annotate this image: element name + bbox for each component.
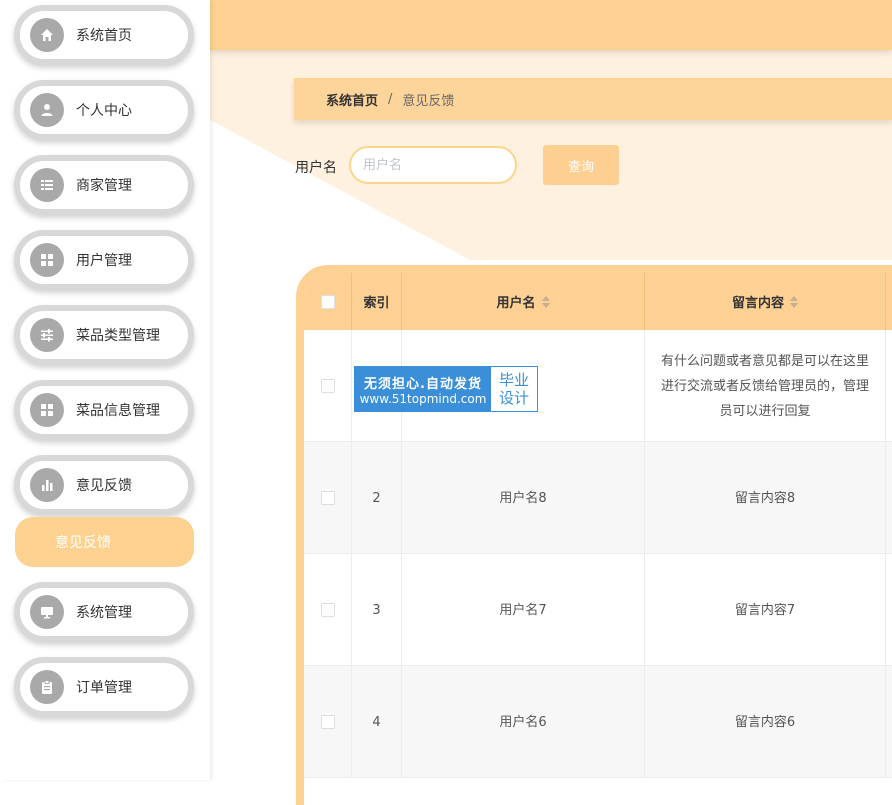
row-select-cell xyxy=(304,666,352,778)
sidebar-item-label: 订单管理 xyxy=(76,680,132,696)
watermark-right-line1: 毕业 xyxy=(498,371,529,389)
user-icon xyxy=(30,93,64,127)
header-select-all-cell xyxy=(304,273,352,330)
sidebar-item-merchant[interactable]: 商家管理 xyxy=(14,155,194,215)
grid-icon xyxy=(30,393,64,427)
row-select-cell xyxy=(304,330,352,442)
sidebar-item-orders[interactable]: 订单管理 xyxy=(14,657,194,717)
row-checkbox[interactable] xyxy=(320,715,335,729)
sidebar-item-personal-center[interactable]: 个人中心 xyxy=(14,80,194,140)
sidebar-item-feedback[interactable]: 意见反馈 xyxy=(14,455,194,515)
watermark-badge: 无须担心.自动发货 www.51topmind.com 毕业 设计 xyxy=(354,366,538,412)
username-search-input[interactable] xyxy=(349,146,517,184)
table-body-wrapper: 索引 用户名 留言内容 有什么问题或者意见都是可以在这里进行交流或者反馈给管理员… xyxy=(304,273,892,805)
sidebar-item-label: 商家管理 xyxy=(76,178,132,194)
watermark-right: 毕业 设计 xyxy=(491,367,537,411)
watermark-right-line2: 设计 xyxy=(498,389,529,407)
column-header-label: 留言内容 xyxy=(731,296,784,311)
grid-icon xyxy=(30,243,64,277)
watermark-line1: 无须担心.自动发货 xyxy=(364,376,482,392)
submenu-item-feedback[interactable]: 意见反馈 xyxy=(15,517,194,567)
extra-cell xyxy=(886,330,892,442)
row-select-cell xyxy=(304,554,352,666)
breadcrumb-separator: / xyxy=(388,91,393,107)
extra-cell xyxy=(886,666,892,778)
column-header-content[interactable]: 留言内容 xyxy=(645,273,886,330)
top-bar xyxy=(210,0,892,50)
username-cell: 用户名8 xyxy=(402,442,645,554)
index-cell: 2 xyxy=(352,442,402,554)
sidebar-item-label: 意见反馈 xyxy=(76,478,132,494)
username-cell: 用户名6 xyxy=(402,666,645,778)
column-header-extra xyxy=(886,273,892,330)
sidebar-item-home[interactable]: 系统首页 xyxy=(14,5,194,65)
sliders-icon xyxy=(30,318,64,352)
index-cell: 4 xyxy=(352,666,402,778)
select-all-checkbox[interactable] xyxy=(320,294,335,309)
username-cell: 用户名7 xyxy=(402,554,645,666)
sidebar-item-system[interactable]: 系统管理 xyxy=(14,582,194,642)
sidebar-item-label: 个人中心 xyxy=(76,103,132,119)
index-cell: 3 xyxy=(352,554,402,666)
sidebar-item-label: 用户管理 xyxy=(76,253,132,269)
row-select-cell xyxy=(304,442,352,554)
extra-cell xyxy=(886,442,892,554)
clipboard-icon xyxy=(30,670,64,704)
column-header-label: 索引 xyxy=(363,296,390,311)
sidebar: 系统首页 个人中心 商家管理 用户管理 菜品类型管理 菜品信息管理 意见反馈 意… xyxy=(0,0,210,780)
watermark-line2: www.51topmind.com xyxy=(359,391,487,406)
sidebar-item-dish-info[interactable]: 菜品信息管理 xyxy=(14,380,194,440)
breadcrumb-current: 意见反馈 xyxy=(402,93,455,109)
breadcrumb: 系统首页 / 意见反馈 xyxy=(294,78,892,120)
sidebar-item-label: 菜品信息管理 xyxy=(76,403,160,419)
submenu-item-label: 意见反馈 xyxy=(55,535,111,551)
table-row: 3 用户名7 留言内容7 xyxy=(304,554,892,666)
sidebar-item-dish-types[interactable]: 菜品类型管理 xyxy=(14,305,194,365)
search-button[interactable]: 查询 xyxy=(543,145,619,185)
sidebar-item-label: 系统管理 xyxy=(76,605,132,621)
home-icon xyxy=(30,18,64,52)
watermark-left: 无须担心.自动发货 www.51topmind.com xyxy=(355,367,491,411)
row-checkbox[interactable] xyxy=(320,491,335,505)
row-checkbox[interactable] xyxy=(320,603,335,617)
extra-cell xyxy=(886,554,892,666)
sort-icon[interactable] xyxy=(541,295,550,308)
search-label: 用户名 xyxy=(295,160,337,176)
table-row: 2 用户名8 留言内容8 xyxy=(304,442,892,554)
table-row: 4 用户名6 留言内容6 xyxy=(304,666,892,778)
sidebar-item-label: 菜品类型管理 xyxy=(76,328,160,344)
row-checkbox[interactable] xyxy=(320,379,335,393)
sort-icon[interactable] xyxy=(790,295,798,308)
list-icon xyxy=(30,168,64,202)
sidebar-item-label: 系统首页 xyxy=(76,28,132,44)
content-cell: 留言内容7 xyxy=(645,554,886,666)
content-cell: 留言内容6 xyxy=(645,666,886,778)
column-header-index: 索引 xyxy=(352,273,402,330)
column-header-label: 用户名 xyxy=(496,296,536,311)
feedback-table: 索引 用户名 留言内容 有什么问题或者意见都是可以在这里进行交流或者反馈给管理员… xyxy=(296,265,892,805)
content-cell: 留言内容8 xyxy=(645,442,886,554)
table-header: 索引 用户名 留言内容 xyxy=(304,273,892,330)
monitor-icon xyxy=(30,595,64,629)
column-header-username[interactable]: 用户名 xyxy=(402,273,645,330)
breadcrumb-home-link[interactable]: 系统首页 xyxy=(326,90,378,109)
bar-chart-icon xyxy=(30,468,64,502)
content-cell: 有什么问题或者意见都是可以在这里进行交流或者反馈给管理员的，管理员可以进行回复 xyxy=(645,330,886,442)
sidebar-item-users[interactable]: 用户管理 xyxy=(14,230,194,290)
